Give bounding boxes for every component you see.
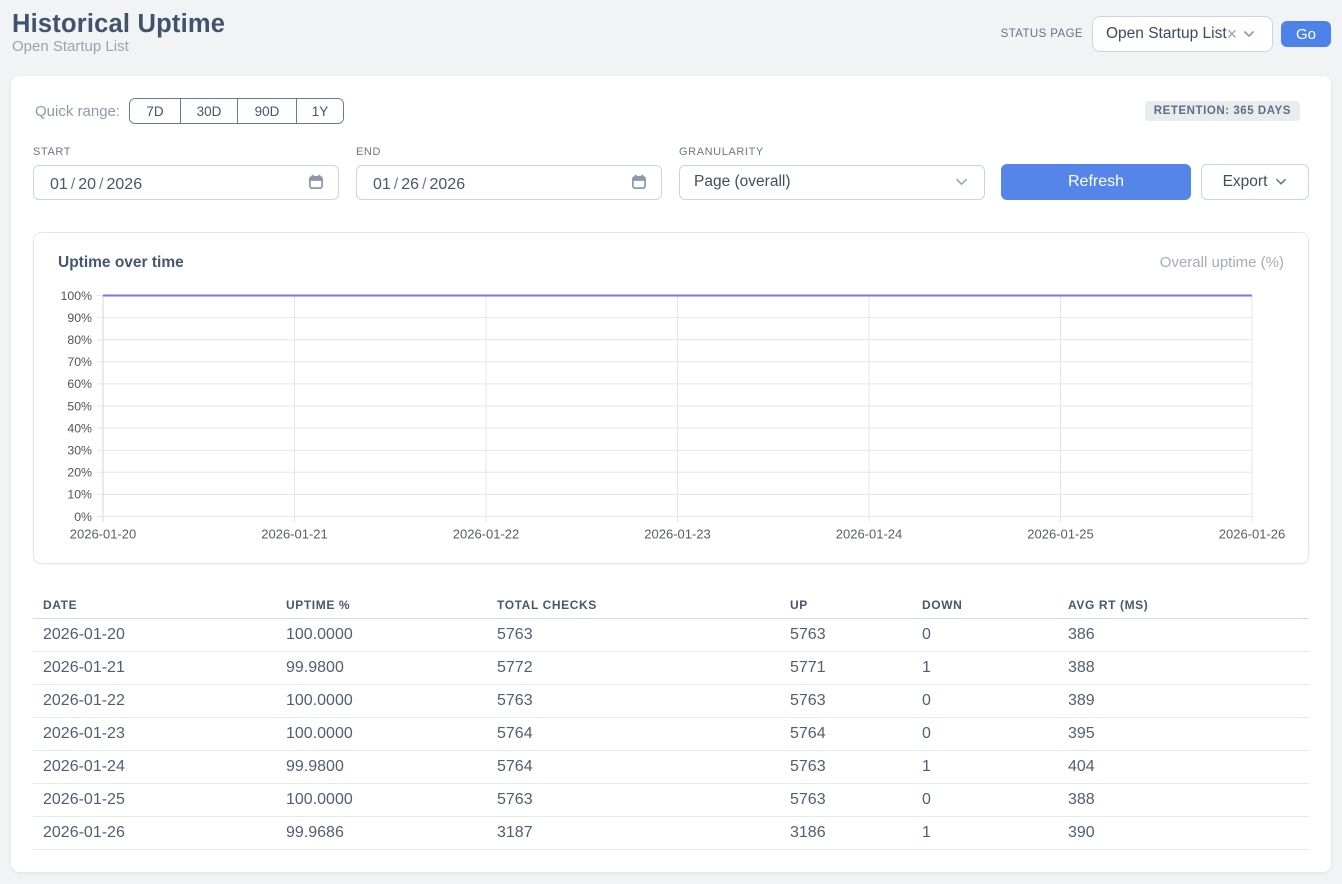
svg-text:80%: 80% (67, 333, 92, 347)
svg-text:50%: 50% (67, 399, 92, 413)
svg-text:40%: 40% (67, 421, 92, 435)
svg-text:2026-01-24: 2026-01-24 (836, 527, 903, 542)
svg-text:20%: 20% (67, 466, 92, 480)
svg-text:60%: 60% (67, 377, 92, 391)
svg-text:90%: 90% (67, 311, 92, 325)
svg-text:2026-01-20: 2026-01-20 (70, 527, 137, 542)
svg-text:0%: 0% (74, 510, 92, 524)
svg-text:100%: 100% (61, 289, 93, 303)
svg-text:2026-01-22: 2026-01-22 (453, 527, 520, 542)
svg-text:10%: 10% (67, 488, 92, 502)
svg-text:2026-01-25: 2026-01-25 (1027, 527, 1094, 542)
svg-text:70%: 70% (67, 355, 92, 369)
svg-text:30%: 30% (67, 444, 92, 458)
svg-text:2026-01-21: 2026-01-21 (261, 527, 328, 542)
svg-text:2026-01-23: 2026-01-23 (644, 527, 711, 542)
svg-text:2026-01-26: 2026-01-26 (1219, 527, 1286, 542)
